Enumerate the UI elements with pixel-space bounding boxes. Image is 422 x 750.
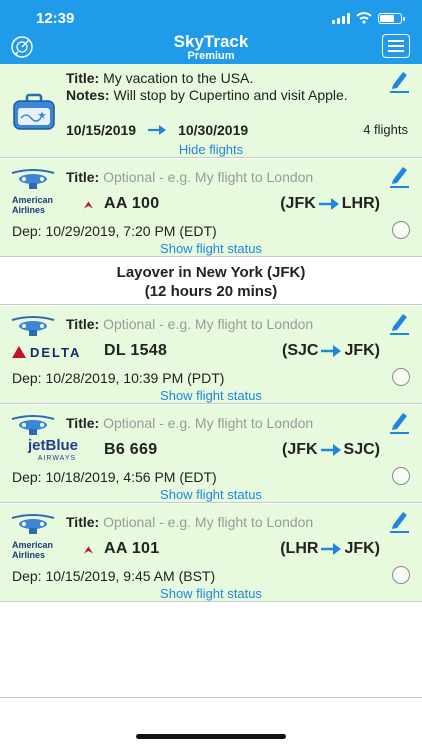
flight-title-label: Title: (66, 415, 100, 431)
route-origin: (JFK (280, 195, 316, 212)
hide-flights-link[interactable]: Hide flights (0, 142, 422, 157)
flight-card[interactable]: Title: Optional - e.g. My flight to Lond… (0, 306, 422, 404)
home-indicator[interactable] (136, 734, 286, 739)
flight-route: (LHR JFK) (280, 540, 380, 558)
flight-title-placeholder: Optional - e.g. My flight to London (103, 316, 314, 332)
airline-name: DELTA (30, 344, 82, 360)
edit-icon[interactable] (388, 508, 410, 534)
menu-button[interactable] (382, 34, 410, 58)
select-radio[interactable] (392, 467, 410, 485)
edit-icon[interactable] (388, 163, 410, 189)
airline-name: jetBlue (27, 437, 78, 454)
flight-title-placeholder: Optional - e.g. My flight to London (103, 415, 314, 431)
flight-card[interactable]: Title: Optional - e.g. My flight to Lond… (0, 159, 422, 257)
flight-route: (JFK LHR) (280, 195, 380, 213)
flight-title-label: Title: (66, 316, 100, 332)
route-destination: SJC) (343, 441, 380, 458)
route-origin: (LHR (280, 540, 319, 557)
flight-card[interactable]: Title: Optional - e.g. My flight to Lond… (0, 504, 422, 602)
trip-notes: Will stop by Cupertino and visit Apple. (113, 87, 348, 103)
layover-location: Layover in New York (JFK) (116, 264, 306, 281)
route-destination: LHR) (341, 195, 380, 212)
edit-icon[interactable] (388, 310, 410, 336)
airline-logo: jetBlue AIRWAYS (12, 437, 94, 463)
edit-icon[interactable] (388, 68, 410, 94)
eagle-icon (84, 201, 94, 209)
edit-icon[interactable] (388, 409, 410, 435)
arrow-right-icon (320, 444, 341, 456)
flight-title[interactable]: Title: Optional - e.g. My flight to Lond… (66, 169, 313, 185)
flight-title-placeholder: Optional - e.g. My flight to London (103, 514, 314, 530)
arrow-right-icon (148, 125, 167, 135)
airline-sub: AIRWAYS (37, 455, 77, 462)
departure-time: Dep: 10/18/2019, 4:56 PM (EDT) (12, 469, 217, 485)
flight-card[interactable]: Title: Optional - e.g. My flight to Lond… (0, 405, 422, 503)
airline-logo: DELTA (12, 340, 94, 364)
flight-number: AA 100 (104, 195, 160, 212)
flight-number: DL 1548 (104, 342, 168, 359)
show-flight-status-link[interactable]: Show flight status (0, 586, 422, 601)
signal-icon (332, 12, 350, 24)
layover-info: Layover in New York (JFK) (12 hours 20 m… (0, 257, 422, 305)
route-origin: (SJC (281, 342, 319, 359)
arrow-right-icon (321, 345, 342, 357)
flight-route: (SJC JFK) (282, 342, 380, 360)
trip-notes-label: Notes: (66, 87, 110, 103)
airline-name: American Airlines (12, 540, 54, 560)
airline-logo: American Airlines (12, 538, 94, 562)
plane-icon (11, 415, 55, 435)
app-subtitle: Premium (187, 50, 235, 62)
trip-end-date: 10/30/2019 (178, 122, 249, 138)
route-destination: JFK) (344, 540, 380, 557)
plane-icon (11, 169, 55, 189)
arrow-right-icon (321, 543, 342, 555)
flight-number: AA 101 (104, 540, 160, 557)
trip-card[interactable]: Title: My vacation to the USA. Notes: Wi… (0, 64, 422, 158)
layover-duration: (12 hours 20 mins) (144, 283, 278, 300)
bottom-bar (0, 697, 422, 750)
route-destination: JFK) (344, 342, 380, 359)
suitcase-icon (13, 93, 55, 130)
trip-details: Title: My vacation to the USA. Notes: Wi… (66, 70, 396, 104)
trip-dates: 10/15/2019 10/30/2019 (66, 122, 248, 138)
battery-icon (378, 12, 405, 24)
plane-icon (11, 316, 55, 336)
airline-logo: American Airlines (12, 193, 94, 217)
delta-triangle-icon (12, 346, 26, 358)
status-icons (332, 12, 405, 24)
departure-time: Dep: 10/28/2019, 10:39 PM (PDT) (12, 370, 225, 386)
select-radio[interactable] (392, 221, 410, 239)
flight-title-label: Title: (66, 514, 100, 530)
trip-start-date: 10/15/2019 (66, 122, 137, 138)
airline-name: American Airlines (12, 195, 54, 215)
app-title: SkyTrack (173, 32, 249, 51)
eagle-icon (84, 546, 94, 554)
route-origin: (JFK (281, 441, 318, 458)
flight-number: B6 669 (104, 441, 158, 458)
select-radio[interactable] (392, 368, 410, 386)
status-time: 12:39 (36, 10, 75, 27)
plane-icon (11, 514, 55, 534)
wifi-icon (356, 12, 372, 24)
menu-icon (388, 40, 404, 42)
show-flight-status-link[interactable]: Show flight status (0, 487, 422, 502)
app-header: 12:39 SkyTrack Premium (0, 0, 422, 64)
arrow-right-icon (318, 198, 339, 210)
show-flight-status-link[interactable]: Show flight status (0, 241, 422, 256)
departure-time: Dep: 10/15/2019, 9:45 AM (BST) (12, 568, 216, 584)
departure-time: Dep: 10/29/2019, 7:20 PM (EDT) (12, 223, 217, 239)
show-flight-status-link[interactable]: Show flight status (0, 388, 422, 403)
select-radio[interactable] (392, 566, 410, 584)
flight-route: (JFK SJC) (282, 441, 380, 459)
flight-title[interactable]: Title: Optional - e.g. My flight to Lond… (66, 514, 313, 530)
flight-title[interactable]: Title: Optional - e.g. My flight to Lond… (66, 415, 313, 431)
trip-title-label: Title: (66, 70, 100, 86)
flight-title-placeholder: Optional - e.g. My flight to London (103, 169, 314, 185)
flight-title[interactable]: Title: Optional - e.g. My flight to Lond… (66, 316, 313, 332)
trip-flight-count: 4 flights (363, 122, 408, 137)
flight-title-label: Title: (66, 169, 100, 185)
trip-title: My vacation to the USA. (103, 70, 254, 86)
